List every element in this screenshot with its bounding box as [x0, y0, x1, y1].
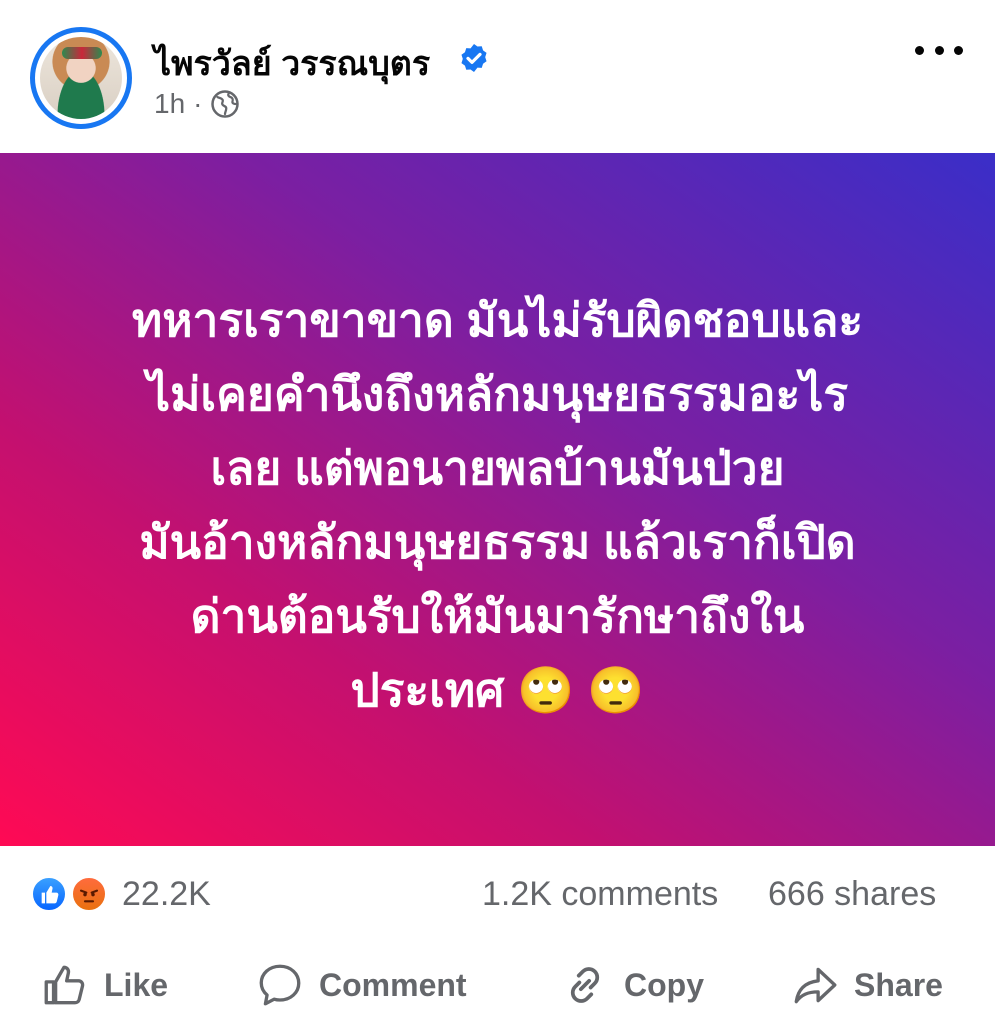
post-header: ไพรวัลย์ วรรณบุตร 1h · — [0, 0, 995, 150]
comment-button[interactable]: Comment — [255, 959, 467, 1011]
share-button[interactable]: Share — [790, 959, 943, 1011]
dot — [934, 45, 944, 55]
post-line: ไม่เคยคำนึงถึงหลักมนุษยธรรมอะไร — [146, 368, 849, 420]
dot — [915, 45, 924, 55]
thumbs-up-icon — [44, 965, 85, 1005]
post-line: มันอ้างหลักมนุษยธรรม แล้วเราก็เปิด — [139, 516, 856, 568]
more-options-icon[interactable] — [915, 40, 963, 60]
like-button[interactable]: Like — [40, 959, 168, 1011]
verified-badge-icon — [461, 44, 487, 72]
comment-label: Comment — [319, 966, 467, 1003]
like-reaction-icon[interactable] — [30, 875, 68, 913]
like-label: Like — [104, 966, 169, 1003]
post-text: ทหารเราขาขาด มันไม่รับผิดชอบและ ไม่เคยคำ… — [60, 283, 935, 727]
link-icon — [570, 967, 600, 1003]
post-meta: 1h · — [154, 88, 240, 120]
comment-bubble-icon — [259, 964, 301, 1006]
angry-reaction-icon[interactable] — [70, 875, 108, 913]
copy-button[interactable]: Copy — [560, 959, 704, 1011]
post-line: ด่านต้อนรับให้มันมารักษาถึงใน — [190, 590, 805, 642]
dot — [954, 45, 963, 55]
post-line: ประเทศ 🙄 🙄 — [350, 664, 645, 716]
share-arrow-icon — [794, 967, 837, 1004]
reaction-summary: 22.2K 1.2K comments 666 shares — [0, 855, 995, 935]
avatar-photo — [40, 37, 122, 119]
post-line: ทหารเราขาขาด มันไม่รับผิดชอบและ — [131, 294, 864, 346]
author-name[interactable]: ไพรวัลย์ วรรณบุตร — [154, 36, 430, 90]
globe-icon — [211, 90, 240, 118]
share-count[interactable]: 666 shares — [768, 875, 936, 914]
action-bar: Like Comment Copy Share — [0, 945, 995, 1024]
comment-count[interactable]: 1.2K comments — [482, 875, 718, 914]
avatar[interactable] — [30, 27, 132, 129]
reaction-count[interactable]: 22.2K — [122, 875, 211, 914]
avatar-headpiece — [62, 47, 102, 59]
post-line: เลย แต่พอนายพลบ้านมันป่วย — [210, 442, 785, 494]
copy-label: Copy — [624, 966, 704, 1003]
post-text-background: ทหารเราขาขาด มันไม่รับผิดชอบและ ไม่เคยคำ… — [0, 153, 995, 846]
share-label: Share — [854, 966, 943, 1003]
post-timestamp[interactable]: 1h — [154, 88, 185, 120]
meta-separator: · — [193, 88, 203, 119]
